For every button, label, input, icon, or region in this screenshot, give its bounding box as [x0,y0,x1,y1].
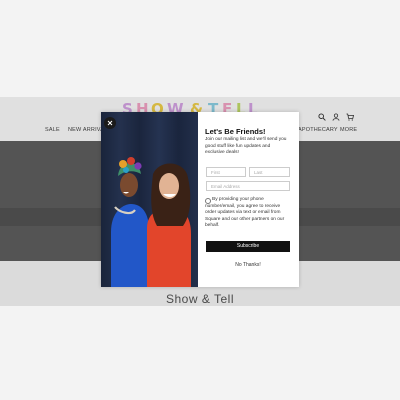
first-name-field[interactable]: First [206,167,246,177]
close-modal-button[interactable] [104,117,116,129]
last-name-field[interactable]: Last [249,167,290,177]
modal-photo [101,112,198,287]
modal-description: Join our mailing list and we'll send you… [205,137,287,155]
close-icon [107,120,113,126]
page-top-area [0,0,400,97]
consent-checkbox[interactable] [205,198,211,204]
subscribe-button[interactable]: Subscribe [206,241,290,252]
no-thanks-link[interactable]: No Thanks! [206,261,290,269]
email-field[interactable]: Email Address [206,181,290,191]
modal-title: Let's Be Friends! [205,127,266,136]
consent-text: By providing your phone number/email, yo… [205,197,285,228]
